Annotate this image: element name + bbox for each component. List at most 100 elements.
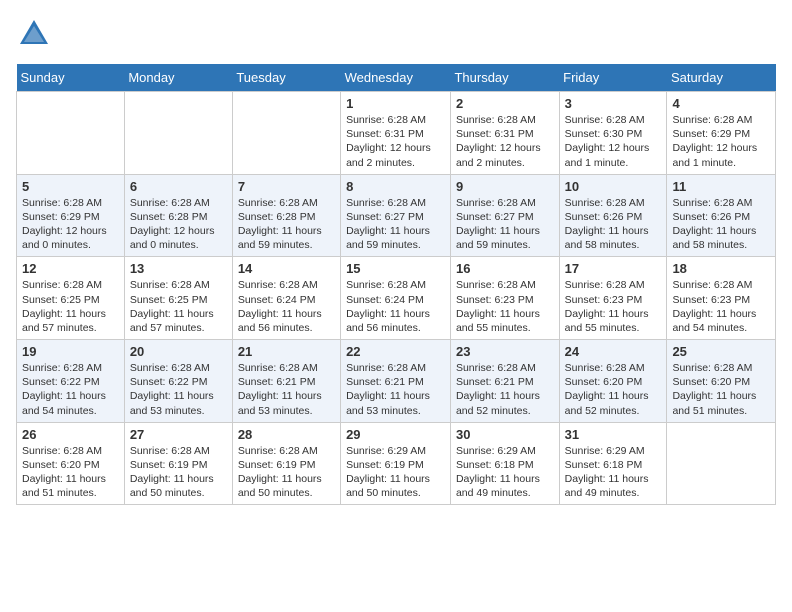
calendar-cell: 19 Sunrise: 6:28 AMSunset: 6:22 PMDayligh… xyxy=(17,340,125,423)
day-number: 30 xyxy=(456,427,554,442)
calendar-cell: 29 Sunrise: 6:29 AMSunset: 6:19 PMDayligh… xyxy=(341,422,451,505)
calendar-cell: 3 Sunrise: 6:28 AMSunset: 6:30 PMDaylight… xyxy=(559,92,667,175)
day-header-wednesday: Wednesday xyxy=(341,64,451,92)
calendar-cell: 5 Sunrise: 6:28 AMSunset: 6:29 PMDaylight… xyxy=(17,174,125,257)
day-number: 24 xyxy=(565,344,662,359)
day-number: 29 xyxy=(346,427,445,442)
calendar-cell: 4 Sunrise: 6:28 AMSunset: 6:29 PMDaylight… xyxy=(667,92,776,175)
cell-info: Sunrise: 6:28 AMSunset: 6:30 PMDaylight:… xyxy=(565,114,650,169)
calendar-cell: 31 Sunrise: 6:29 AMSunset: 6:18 PMDayligh… xyxy=(559,422,667,505)
day-number: 26 xyxy=(22,427,119,442)
day-header-sunday: Sunday xyxy=(17,64,125,92)
cell-info: Sunrise: 6:28 AMSunset: 6:28 PMDaylight:… xyxy=(130,197,215,252)
calendar-week-row: 1 Sunrise: 6:28 AMSunset: 6:31 PMDaylight… xyxy=(17,92,776,175)
cell-info: Sunrise: 6:28 AMSunset: 6:23 PMDaylight:… xyxy=(565,279,649,334)
calendar-cell: 23 Sunrise: 6:28 AMSunset: 6:21 PMDayligh… xyxy=(450,340,559,423)
cell-info: Sunrise: 6:28 AMSunset: 6:22 PMDaylight:… xyxy=(22,362,106,417)
calendar-cell: 9Sunrise: 6:28 AMSunset: 6:27 PMDaylight… xyxy=(450,174,559,257)
day-number: 8 xyxy=(346,179,445,194)
days-header-row: SundayMondayTuesdayWednesdayThursdayFrid… xyxy=(17,64,776,92)
day-number: 23 xyxy=(456,344,554,359)
calendar-week-row: 5 Sunrise: 6:28 AMSunset: 6:29 PMDaylight… xyxy=(17,174,776,257)
day-number: 27 xyxy=(130,427,227,442)
day-number: 3 xyxy=(565,96,662,111)
cell-info: Sunrise: 6:28 AMSunset: 6:24 PMDaylight:… xyxy=(346,279,430,334)
day-number: 19 xyxy=(22,344,119,359)
day-header-tuesday: Tuesday xyxy=(232,64,340,92)
logo-icon xyxy=(16,16,52,52)
cell-info: Sunrise: 6:28 AMSunset: 6:20 PMDaylight:… xyxy=(672,362,756,417)
day-number: 7 xyxy=(238,179,335,194)
day-number: 10 xyxy=(565,179,662,194)
cell-info: Sunrise: 6:28 AMSunset: 6:31 PMDaylight:… xyxy=(456,114,541,169)
calendar-cell: 13Sunrise: 6:28 AMSunset: 6:25 PMDayligh… xyxy=(124,257,232,340)
calendar-cell: 10 Sunrise: 6:28 AMSunset: 6:26 PMDayligh… xyxy=(559,174,667,257)
day-number: 13 xyxy=(130,261,227,276)
cell-info: Sunrise: 6:29 AMSunset: 6:18 PMDaylight:… xyxy=(565,445,649,500)
cell-info: Sunrise: 6:28 AMSunset: 6:23 PMDaylight:… xyxy=(456,279,540,334)
cell-info: Sunrise: 6:28 AMSunset: 6:24 PMDaylight:… xyxy=(238,279,322,334)
calendar-cell: 7Sunrise: 6:28 AMSunset: 6:28 PMDaylight… xyxy=(232,174,340,257)
day-number: 17 xyxy=(565,261,662,276)
calendar-cell: 15 Sunrise: 6:28 AMSunset: 6:24 PMDayligh… xyxy=(341,257,451,340)
cell-info: Sunrise: 6:28 AMSunset: 6:19 PMDaylight:… xyxy=(238,445,322,500)
cell-info: Sunrise: 6:28 AMSunset: 6:21 PMDaylight:… xyxy=(346,362,430,417)
day-header-friday: Friday xyxy=(559,64,667,92)
day-number: 31 xyxy=(565,427,662,442)
day-number: 5 xyxy=(22,179,119,194)
calendar-cell: 8Sunrise: 6:28 AMSunset: 6:27 PMDaylight… xyxy=(341,174,451,257)
calendar-cell: 26 Sunrise: 6:28 AMSunset: 6:20 PMDayligh… xyxy=(17,422,125,505)
day-number: 18 xyxy=(672,261,770,276)
calendar-cell: 17 Sunrise: 6:28 AMSunset: 6:23 PMDayligh… xyxy=(559,257,667,340)
cell-info: Sunrise: 6:28 AMSunset: 6:23 PMDaylight:… xyxy=(672,279,756,334)
page-header xyxy=(16,16,776,52)
calendar-cell: 21 Sunrise: 6:28 AMSunset: 6:21 PMDayligh… xyxy=(232,340,340,423)
day-header-monday: Monday xyxy=(124,64,232,92)
calendar-cell: 22 Sunrise: 6:28 AMSunset: 6:21 PMDayligh… xyxy=(341,340,451,423)
day-number: 22 xyxy=(346,344,445,359)
day-number: 4 xyxy=(672,96,770,111)
cell-info: Sunrise: 6:28 AMSunset: 6:19 PMDaylight:… xyxy=(130,445,214,500)
day-number: 21 xyxy=(238,344,335,359)
calendar-table: SundayMondayTuesdayWednesdayThursdayFrid… xyxy=(16,64,776,505)
calendar-week-row: 26 Sunrise: 6:28 AMSunset: 6:20 PMDayligh… xyxy=(17,422,776,505)
calendar-week-row: 12 Sunrise: 6:28 AMSunset: 6:25 PMDayligh… xyxy=(17,257,776,340)
day-number: 14 xyxy=(238,261,335,276)
calendar-cell: 16 Sunrise: 6:28 AMSunset: 6:23 PMDayligh… xyxy=(450,257,559,340)
day-number: 9 xyxy=(456,179,554,194)
calendar-cell: 25 Sunrise: 6:28 AMSunset: 6:20 PMDayligh… xyxy=(667,340,776,423)
logo xyxy=(16,16,52,52)
day-number: 12 xyxy=(22,261,119,276)
calendar-cell: 28Sunrise: 6:28 AMSunset: 6:19 PMDayligh… xyxy=(232,422,340,505)
cell-info: Sunrise: 6:28 AMSunset: 6:26 PMDaylight:… xyxy=(565,197,649,252)
calendar-week-row: 19 Sunrise: 6:28 AMSunset: 6:22 PMDayligh… xyxy=(17,340,776,423)
cell-info: Sunrise: 6:29 AMSunset: 6:18 PMDaylight:… xyxy=(456,445,540,500)
cell-info: Sunrise: 6:28 AMSunset: 6:21 PMDaylight:… xyxy=(456,362,540,417)
calendar-cell: 11 Sunrise: 6:28 AMSunset: 6:26 PMDayligh… xyxy=(667,174,776,257)
cell-info: Sunrise: 6:28 AMSunset: 6:22 PMDaylight:… xyxy=(130,362,214,417)
calendar-cell: 2 Sunrise: 6:28 AMSunset: 6:31 PMDaylight… xyxy=(450,92,559,175)
calendar-cell: 18 Sunrise: 6:28 AMSunset: 6:23 PMDayligh… xyxy=(667,257,776,340)
cell-info: Sunrise: 6:29 AMSunset: 6:19 PMDaylight:… xyxy=(346,445,430,500)
calendar-cell xyxy=(667,422,776,505)
cell-info: Sunrise: 6:28 AMSunset: 6:29 PMDaylight:… xyxy=(672,114,757,169)
cell-info: Sunrise: 6:28 AMSunset: 6:26 PMDaylight:… xyxy=(672,197,756,252)
day-number: 1 xyxy=(346,96,445,111)
day-number: 16 xyxy=(456,261,554,276)
cell-info: Sunrise: 6:28 AMSunset: 6:25 PMDaylight:… xyxy=(22,279,106,334)
cell-info: Sunrise: 6:28 AMSunset: 6:29 PMDaylight:… xyxy=(22,197,107,252)
cell-info: Sunrise: 6:28 AMSunset: 6:21 PMDaylight:… xyxy=(238,362,322,417)
calendar-cell xyxy=(17,92,125,175)
calendar-cell: 1 Sunrise: 6:28 AMSunset: 6:31 PMDaylight… xyxy=(341,92,451,175)
calendar-cell: 27 Sunrise: 6:28 AMSunset: 6:19 PMDayligh… xyxy=(124,422,232,505)
day-number: 11 xyxy=(672,179,770,194)
cell-info: Sunrise: 6:28 AMSunset: 6:20 PMDaylight:… xyxy=(22,445,106,500)
day-number: 2 xyxy=(456,96,554,111)
calendar-cell xyxy=(124,92,232,175)
day-number: 20 xyxy=(130,344,227,359)
cell-info: Sunrise: 6:28 AMSunset: 6:31 PMDaylight:… xyxy=(346,114,431,169)
cell-info: Sunrise: 6:28 AMSunset: 6:20 PMDaylight:… xyxy=(565,362,649,417)
calendar-cell: 12 Sunrise: 6:28 AMSunset: 6:25 PMDayligh… xyxy=(17,257,125,340)
day-number: 25 xyxy=(672,344,770,359)
day-number: 15 xyxy=(346,261,445,276)
